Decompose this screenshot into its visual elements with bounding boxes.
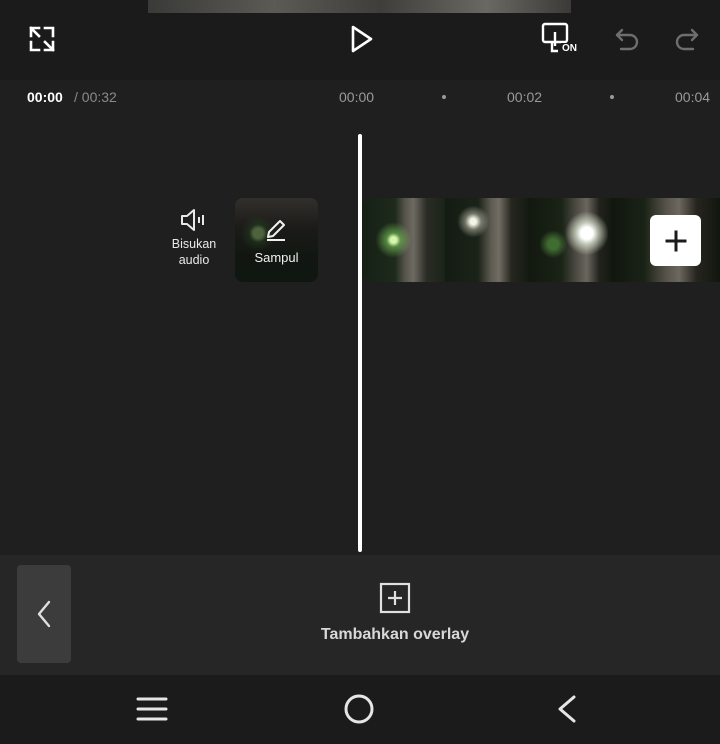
playhead[interactable] — [358, 134, 362, 552]
chevron-left-icon — [37, 600, 51, 628]
add-overlay-button[interactable] — [378, 581, 412, 615]
back-chevron-icon — [558, 695, 576, 723]
preview-toggle-button[interactable]: ON — [538, 19, 582, 59]
home-circle-icon — [344, 694, 374, 724]
add-overlay-icon — [379, 582, 411, 614]
plus-icon — [665, 230, 686, 251]
video-clip-frame[interactable] — [445, 198, 528, 282]
add-clip-button[interactable] — [650, 215, 701, 266]
cover-label: Sampul — [254, 250, 299, 265]
fullscreen-button[interactable] — [24, 21, 60, 57]
video-clip-frame[interactable] — [528, 198, 612, 282]
ruler-tick-dot — [610, 95, 614, 99]
panel-back-button[interactable] — [17, 565, 71, 663]
current-time: 00:00 — [27, 89, 63, 105]
undo-icon — [615, 28, 639, 51]
bottom-tool-panel — [0, 555, 720, 675]
redo-button[interactable] — [670, 21, 704, 57]
play-icon — [351, 25, 373, 53]
video-clip-frame[interactable] — [362, 198, 445, 282]
edit-pencil-icon — [267, 220, 285, 241]
cover-button[interactable]: Sampul — [235, 198, 318, 282]
video-preview-strip — [148, 0, 571, 13]
play-button[interactable] — [343, 21, 379, 57]
ruler-tick-dot — [442, 95, 446, 99]
total-duration: / 00:32 — [74, 89, 117, 105]
mute-audio-button[interactable]: Bisukan audio — [160, 207, 228, 268]
editor-toolbar: ON — [0, 13, 720, 80]
undo-button[interactable] — [610, 21, 644, 57]
speaker-icon — [181, 209, 204, 231]
ruler-tick-label: 00:02 — [507, 89, 543, 105]
add-overlay-label[interactable]: Tambahkan overlay — [320, 625, 470, 645]
mute-audio-label-line1: Bisukan — [171, 237, 217, 251]
recent-apps-button[interactable] — [132, 691, 172, 727]
ruler-tick-label: 00:04 — [675, 89, 711, 105]
mute-audio-label-line2: audio — [178, 253, 210, 267]
redo-icon — [675, 28, 699, 51]
system-back-button[interactable] — [550, 690, 582, 728]
home-button[interactable] — [340, 690, 378, 728]
preview-toggle-badge: ON — [561, 43, 578, 54]
expand-icon — [29, 26, 55, 52]
menu-lines-icon — [136, 697, 168, 721]
ruler-tick-label: 00:00 — [339, 89, 375, 105]
system-navigation-bar — [0, 675, 720, 744]
